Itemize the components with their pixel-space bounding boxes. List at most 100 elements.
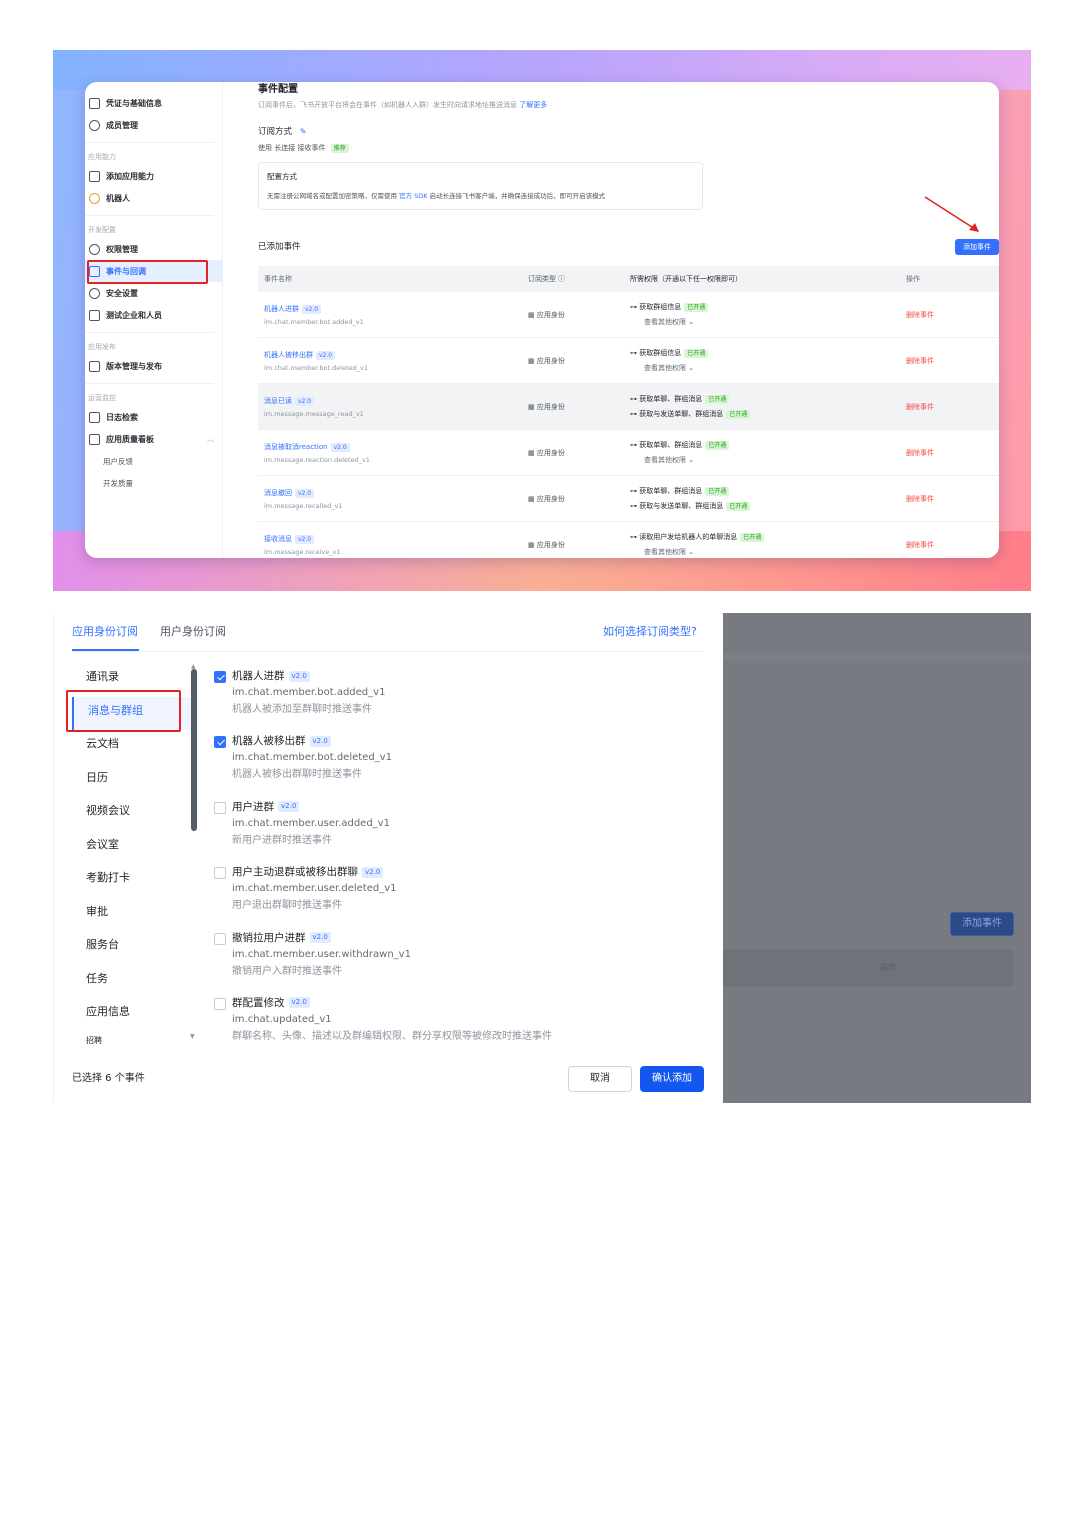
category-item[interactable]: 考勤打卡 [72, 864, 192, 898]
sidebar-item-bot[interactable]: 机器人 [85, 187, 222, 209]
delete-event-button[interactable]: 删除事件 [900, 494, 999, 504]
key-icon: ⊶ [630, 532, 637, 541]
cancel-button[interactable]: 取消 [568, 1066, 632, 1092]
checkbox[interactable] [214, 867, 226, 880]
sidebar-item-label: 凭证与基础信息 [106, 98, 162, 108]
permission-cell: ⊶ 获取单聊、群组消息 已开通 ⊶ 获取与发送单聊、群组消息 已开通 [630, 484, 900, 514]
event-name-cell: 接收消息 v2.0 im.message.receive_v1 [258, 534, 528, 556]
event-name-link[interactable]: 消息撤回 [264, 489, 292, 497]
delete-event-button[interactable]: 删除事件 [900, 402, 999, 412]
delete-event-button[interactable]: 删除事件 [900, 310, 999, 320]
event-option[interactable]: 用户进群 v2.0 im.chat.member.user.added_v1 新用… [214, 800, 684, 865]
tab-user-identity[interactable]: 用户身份订阅 [160, 623, 226, 645]
version-badge: v2.0 [278, 801, 300, 813]
sidebar-item-members[interactable]: 成员管理 [85, 114, 222, 136]
help-link[interactable]: 如何选择订阅类型? [603, 623, 697, 639]
checkbox[interactable] [214, 997, 226, 1010]
sdk-link[interactable]: 官方 SDK [399, 192, 427, 200]
delete-event-button[interactable]: 删除事件 [900, 540, 999, 550]
type-label: 应用身份 [536, 310, 565, 319]
view-more-permissions[interactable]: 查看其他权限 ⌄ [630, 361, 900, 376]
event-name-link[interactable]: 消息已读 [264, 397, 292, 405]
edit-icon[interactable]: ✎ [300, 127, 307, 136]
screenshot-add-event-dialog: 应用身份订阅 用户身份订阅 如何选择订阅类型? 通讯录 消息与群组 云文档 日历… [53, 613, 1031, 1103]
mode-text: 使用 长连接 接收事件 [258, 144, 326, 152]
sidebar-item-add-capability[interactable]: 添加应用能力 [85, 165, 222, 187]
user-icon [89, 119, 100, 131]
checkbox-checked[interactable] [214, 736, 226, 749]
annotation-arrow-icon [924, 196, 979, 232]
event-option[interactable]: 撤销拉用户进群 v2.0 im.chat.member.user.withdraw… [214, 931, 684, 996]
operation-label-dimmed: 操作 [880, 963, 896, 972]
event-option[interactable]: 机器人进群 v2.0 im.chat.member.bot.added_v1 机器… [214, 669, 684, 734]
view-more-label: 查看其他权限 [644, 317, 686, 326]
category-scrollbar[interactable] [191, 669, 197, 831]
view-more-permissions[interactable]: 查看其他权限 ⌄ [630, 315, 900, 330]
sidebar-item-feedback[interactable]: 用户反馈 [85, 450, 222, 472]
event-description: 新用户进群时推送事件 [232, 834, 332, 846]
confirm-add-button[interactable]: 确认添加 [640, 1066, 704, 1092]
subscription-type: ▦ 应用身份 [528, 540, 565, 549]
category-item[interactable]: 审批 [72, 898, 192, 932]
event-title: 机器人进群 [232, 670, 285, 682]
category-item[interactable]: 视频会议 [72, 797, 192, 831]
view-more-permissions[interactable]: 查看其他权限 ⌄ [630, 453, 900, 468]
checkbox[interactable] [214, 801, 226, 814]
robot-icon [89, 192, 100, 204]
sidebar-item-security[interactable]: 安全设置 [85, 282, 222, 304]
event-title: 用户进群 [232, 800, 274, 813]
event-name-link[interactable]: 机器人被移出群 [264, 351, 313, 359]
enabled-badge: 已开通 [726, 409, 751, 419]
category-item[interactable]: 招聘 [72, 1032, 192, 1050]
subscription-type: ▦ 应用身份 [528, 356, 565, 365]
event-name-link[interactable]: 机器人进群 [264, 305, 299, 313]
category-item[interactable]: 会议室 [72, 831, 192, 865]
tab-app-identity[interactable]: 应用身份订阅 [72, 623, 138, 645]
sidebar-item-permissions[interactable]: 权限管理 [85, 238, 222, 260]
checkbox-checked[interactable] [214, 671, 226, 683]
sidebar-section-title: 运营监控 [88, 394, 116, 402]
sidebar-item-test-tenants[interactable]: 测试企业和人员 [85, 304, 222, 326]
added-events-title: 已添加事件 [258, 242, 301, 252]
subscribe-mode-heading: 订阅方式 ✎ [258, 125, 306, 137]
type-label: 应用身份 [536, 448, 565, 457]
scroll-down-icon[interactable]: ▼ [190, 1033, 195, 1040]
subscribe-mode-label: 订阅方式 [258, 127, 293, 137]
event-option[interactable]: 用户主动退群或被移出群聊 v2.0 im.chat.member.user.del… [214, 865, 684, 930]
category-item[interactable]: 云文档 [72, 730, 192, 764]
sidebar-item-quality[interactable]: 应用质量看板 ︿ [85, 428, 222, 450]
shield-icon [89, 287, 100, 299]
add-event-button[interactable]: 添加事件 [955, 239, 999, 255]
category-item[interactable]: 服务台 [72, 931, 192, 965]
event-name-link[interactable]: 接收消息 [264, 535, 292, 543]
sidebar-item-logs[interactable]: 日志检索 [85, 406, 222, 428]
learn-more-link[interactable]: 了解更多 [519, 101, 547, 109]
event-description: 撤销用户入群时推送事件 [232, 965, 342, 977]
divider [85, 142, 214, 143]
event-name-link[interactable]: 消息被取消reaction [264, 443, 328, 451]
category-item[interactable]: 任务 [72, 965, 192, 999]
sidebar-group-top: 凭证与基础信息 成员管理 [85, 92, 222, 136]
sidebar-item-dev-quality[interactable]: 开发质量 [85, 472, 222, 494]
screenshot-event-config: 凭证与基础信息 成员管理 应用能力 添加应用能力 机器人 开发配置 权限管理 事… [53, 50, 1031, 591]
view-more-permissions[interactable]: 查看其他权限 ⌄ [630, 545, 900, 559]
event-key: im.chat.member.bot.deleted_v1 [264, 363, 368, 372]
version-badge: v2.0 [330, 442, 350, 452]
enabled-badge: 已开通 [705, 394, 730, 404]
divider [85, 383, 214, 384]
modal-overlay[interactable]: 添加事件 操作 [723, 613, 1031, 1103]
sidebar-section-title: 开发配置 [88, 226, 116, 234]
category-item[interactable]: 日历 [72, 764, 192, 798]
permission-name: 获取单聊、群组消息 [639, 440, 703, 449]
event-name-cell: 机器人进群 v2.0 im.chat.member.bot.added_v1 [258, 304, 528, 326]
divider [72, 651, 704, 652]
permission-name: 获取群组信息 [639, 348, 682, 357]
sidebar-item-versions[interactable]: 版本管理与发布 [85, 355, 222, 377]
delete-event-button[interactable]: 删除事件 [900, 356, 999, 366]
delete-event-button[interactable]: 删除事件 [900, 448, 999, 458]
checkbox[interactable] [214, 932, 226, 945]
event-option[interactable]: 机器人被移出群 v2.0 im.chat.member.bot.deleted_v… [214, 734, 684, 799]
sidebar-item-credentials[interactable]: 凭证与基础信息 [85, 92, 222, 114]
category-item[interactable]: 应用信息 [72, 998, 192, 1032]
event-option[interactable]: 群配置修改 v2.0 im.chat.updated_v1 群聊名称、头像、描述以… [214, 996, 684, 1061]
